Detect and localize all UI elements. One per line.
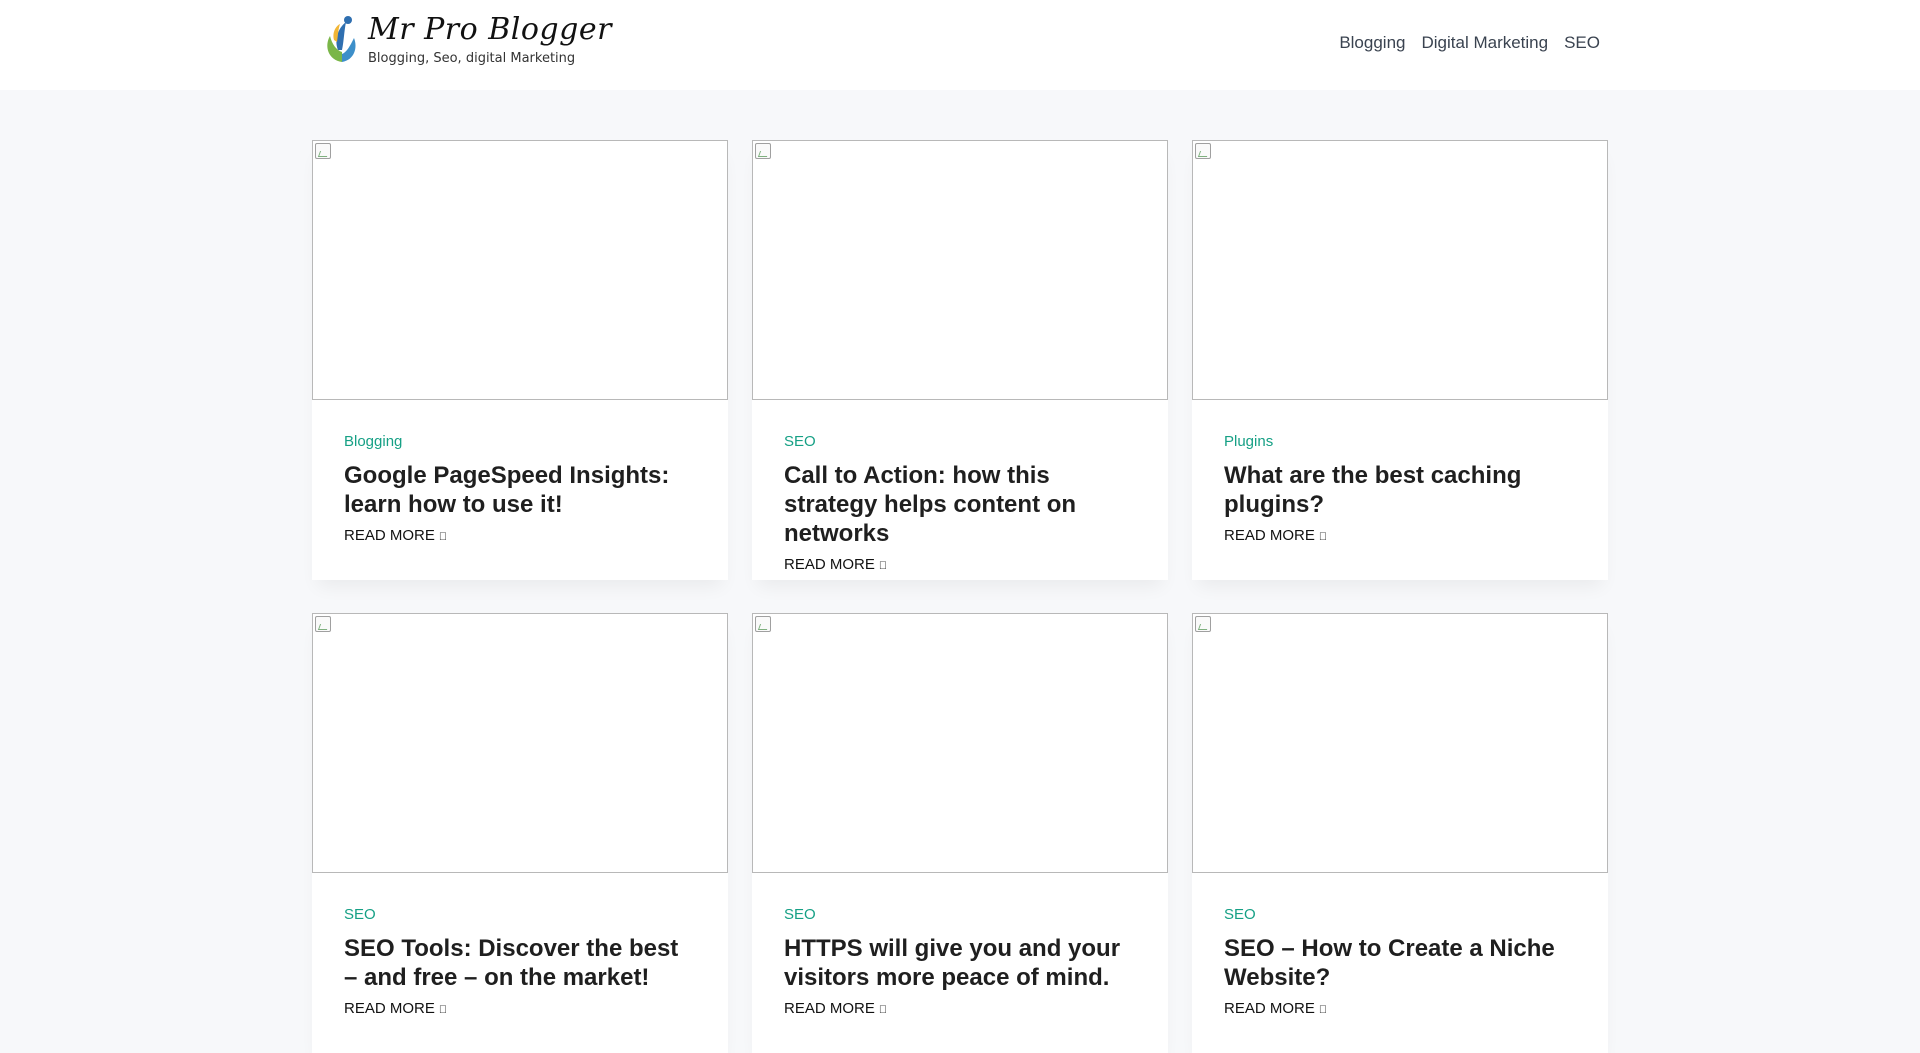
broken-image-icon — [1195, 143, 1211, 159]
post-title[interactable]: Call to Action: how this strategy helps … — [784, 461, 1136, 548]
post-title[interactable]: What are the best caching plugins? — [1224, 461, 1576, 519]
post-title[interactable]: HTTPS will give you and your visitors mo… — [784, 934, 1136, 992]
read-more-label: READ MORE — [784, 1000, 875, 1017]
post-category-link[interactable]: SEO — [784, 905, 816, 925]
nav-item-digital-marketing[interactable]: Digital Marketing — [1421, 32, 1548, 54]
broken-image-icon — [315, 616, 331, 632]
post-card: SEO HTTPS will give you and your visitor… — [752, 613, 1168, 1053]
post-card-body: Plugins What are the best caching plugin… — [1192, 400, 1608, 547]
post-thumbnail[interactable] — [1192, 140, 1608, 400]
broken-image-icon — [755, 616, 771, 632]
post-thumbnail[interactable] — [1192, 613, 1608, 873]
site-logo[interactable]: Mr Pro Blogger Blogging, Seo, digital Ma… — [320, 10, 612, 70]
read-more-link[interactable]: READ MORE  — [784, 999, 887, 1020]
read-more-label: READ MORE — [344, 527, 435, 544]
read-more-link[interactable]: READ MORE  — [1224, 999, 1327, 1020]
post-category-link[interactable]: SEO — [344, 905, 376, 925]
double-chevron-right-icon:  — [879, 560, 887, 572]
double-chevron-right-icon:  — [1319, 1004, 1327, 1016]
post-card: Plugins What are the best caching plugin… — [1192, 140, 1608, 580]
post-thumbnail[interactable] — [752, 613, 1168, 873]
post-thumbnail[interactable] — [752, 140, 1168, 400]
read-more-link[interactable]: READ MORE  — [1224, 526, 1327, 547]
nav-item-seo[interactable]: SEO — [1564, 32, 1600, 54]
post-category-link[interactable]: Plugins — [1224, 432, 1273, 452]
post-card-body: Blogging Google PageSpeed Insights: lear… — [312, 400, 728, 547]
site-tagline: Blogging, Seo, digital Marketing — [368, 50, 576, 66]
post-category-link[interactable]: SEO — [784, 432, 816, 452]
post-card: SEO Call to Action: how this strategy he… — [752, 140, 1168, 580]
site-title: Mr Pro Blogger — [368, 11, 612, 47]
site-header: Mr Pro Blogger Blogging, Seo, digital Ma… — [0, 0, 1920, 90]
post-category-link[interactable]: SEO — [1224, 905, 1256, 925]
read-more-label: READ MORE — [1224, 1000, 1315, 1017]
post-thumbnail[interactable] — [312, 140, 728, 400]
read-more-link[interactable]: READ MORE  — [784, 555, 887, 576]
double-chevron-right-icon:  — [879, 1004, 887, 1016]
double-chevron-right-icon:  — [439, 531, 447, 543]
read-more-link[interactable]: READ MORE  — [344, 526, 447, 547]
broken-image-icon — [315, 143, 331, 159]
post-category-link[interactable]: Blogging — [344, 432, 402, 452]
post-title[interactable]: SEO Tools: Discover the best – and free … — [344, 934, 696, 992]
post-title[interactable]: SEO – How to Create a Niche Website? — [1224, 934, 1576, 992]
double-chevron-right-icon:  — [439, 1004, 447, 1016]
broken-image-icon — [755, 143, 771, 159]
read-more-label: READ MORE — [344, 1000, 435, 1017]
post-card-body: SEO HTTPS will give you and your visitor… — [752, 873, 1168, 1020]
double-chevron-right-icon:  — [1319, 531, 1327, 543]
post-title[interactable]: Google PageSpeed Insights: learn how to … — [344, 461, 696, 519]
broken-image-icon — [1195, 616, 1211, 632]
read-more-link[interactable]: READ MORE  — [344, 999, 447, 1020]
read-more-label: READ MORE — [784, 556, 875, 573]
leaf-figure-logo-icon — [327, 16, 356, 62]
post-thumbnail[interactable] — [312, 613, 728, 873]
post-card-body: SEO SEO Tools: Discover the best – and f… — [312, 873, 728, 1020]
post-card: SEO SEO Tools: Discover the best – and f… — [312, 613, 728, 1053]
logo-text: Mr Pro Blogger Blogging, Seo, digital Ma… — [368, 11, 612, 68]
primary-nav: Blogging Digital Marketing SEO — [1339, 32, 1600, 54]
post-card: SEO SEO – How to Create a Niche Website?… — [1192, 613, 1608, 1053]
post-card-body: SEO SEO – How to Create a Niche Website?… — [1192, 873, 1608, 1020]
post-card-body: SEO Call to Action: how this strategy he… — [752, 400, 1168, 576]
nav-item-blogging[interactable]: Blogging — [1339, 32, 1405, 54]
post-grid: Blogging Google PageSpeed Insights: lear… — [312, 140, 1608, 1053]
read-more-label: READ MORE — [1224, 527, 1315, 544]
post-card: Blogging Google PageSpeed Insights: lear… — [312, 140, 728, 580]
